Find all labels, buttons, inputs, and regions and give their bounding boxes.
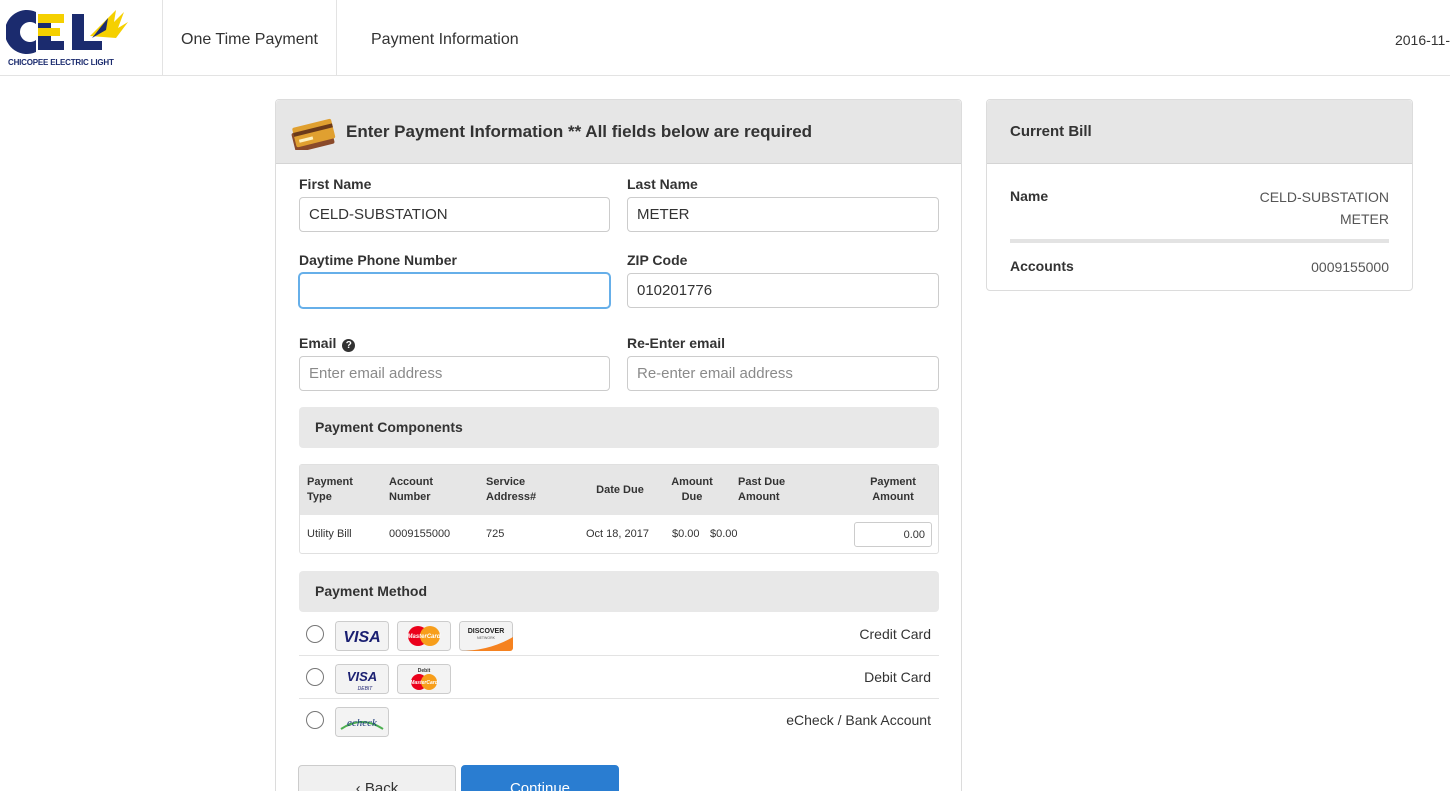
email-confirm-input[interactable]: [627, 356, 939, 391]
cell-date-due: Oct 18, 2017: [586, 528, 649, 540]
bill-name-label: Name: [1010, 188, 1049, 204]
last-name-input[interactable]: [627, 197, 939, 232]
col-date-due: Date Due: [596, 483, 644, 496]
payment-components-header: Payment Components: [299, 407, 939, 448]
credit-card-label: Credit Card: [859, 626, 931, 642]
cell-service-address: 725: [486, 528, 505, 540]
svg-text:echeck: echeck: [347, 717, 378, 729]
nav-payment-information[interactable]: Payment Information: [353, 0, 537, 76]
cell-amount-due: $0.00: [672, 528, 700, 540]
first-name-label: First Name: [299, 176, 372, 192]
svg-text:MasterCard: MasterCard: [410, 680, 438, 686]
bill-name-value: CELD-SUBSTATION METER: [1260, 186, 1389, 230]
logo-text: CHICOPEE ELECTRIC LIGHT: [8, 58, 114, 67]
svg-text:VISA: VISA: [343, 629, 380, 646]
credit-card-radio[interactable]: [306, 625, 324, 643]
payment-amount-input[interactable]: [854, 522, 932, 547]
email-confirm-label: Re-Enter email: [627, 335, 726, 351]
payment-method-credit[interactable]: VISA MasterCard DISCOVER NETWORK Credit …: [299, 613, 939, 656]
current-bill-header: Current Bill: [987, 100, 1412, 164]
continue-button[interactable]: Continue: [461, 765, 619, 791]
cel-logo[interactable]: CHICOPEE ELECTRIC LIGHT: [6, 8, 156, 70]
payment-panel-title: Enter Payment Information ** All fields …: [346, 122, 813, 141]
zip-input[interactable]: [627, 273, 939, 308]
mastercard-logo: MasterCard: [397, 621, 451, 651]
phone-label: Daytime Phone Number: [299, 252, 457, 268]
zip-label: ZIP Code: [627, 252, 688, 268]
header-date: 2016-11-: [1394, 32, 1450, 48]
email-label-text: Email: [299, 335, 337, 351]
email-input[interactable]: [299, 356, 610, 391]
first-name-input[interactable]: [299, 197, 610, 232]
cell-past-due: $0.00: [710, 528, 738, 540]
mastercard-debit-logo: Debit MasterCard: [397, 664, 451, 694]
phone-input[interactable]: [299, 273, 610, 308]
svg-text:NETWORK: NETWORK: [477, 636, 496, 640]
payment-method-echeck[interactable]: echeck eCheck / Bank Account: [299, 699, 939, 742]
bill-accounts-value: 0009155000: [1311, 259, 1389, 275]
question-circle-icon[interactable]: ?: [342, 339, 356, 352]
email-label: Email ?: [299, 335, 356, 352]
bill-name-line2: METER: [1340, 211, 1389, 227]
echeck-logo: echeck: [335, 707, 389, 737]
payment-info-panel: Enter Payment Information ** All fields …: [275, 99, 962, 791]
back-button[interactable]: ‹ Back: [298, 765, 456, 791]
bill-accounts-label: Accounts: [1010, 258, 1074, 274]
cel-logo-mark: [6, 10, 128, 54]
svg-text:VISA: VISA: [347, 669, 377, 684]
svg-text:MasterCard: MasterCard: [407, 634, 440, 640]
svg-text:Debit: Debit: [418, 668, 431, 674]
last-name-label: Last Name: [627, 176, 698, 192]
payment-method-header: Payment Method: [299, 571, 939, 612]
payment-panel-header: Enter Payment Information ** All fields …: [276, 100, 961, 164]
credit-cards-icon: [291, 118, 336, 150]
col-account-number: Account Number: [389, 476, 433, 503]
col-payment-amount: Payment Amount: [870, 476, 916, 503]
col-service-address: Service Address#: [486, 476, 537, 503]
visa-debit-logo: VISA DEBIT: [335, 664, 389, 694]
col-payment-type: Payment Type: [307, 476, 353, 503]
discover-logo: DISCOVER NETWORK: [459, 621, 513, 651]
payment-components-table: Payment Type Account Number Service Address…: [299, 464, 939, 554]
debit-card-label: Debit Card: [864, 669, 931, 685]
svg-text:DISCOVER: DISCOVER: [468, 628, 505, 635]
current-bill-panel: Current Bill Name CELD-SUBSTATION METER …: [986, 99, 1413, 291]
bill-divider: [1010, 239, 1389, 243]
bill-name-line1: CELD-SUBSTATION: [1259, 189, 1389, 205]
nav-one-time-payment[interactable]: One Time Payment: [162, 0, 337, 76]
cell-account-number: 0009155000: [389, 528, 451, 540]
top-navbar: CHICOPEE ELECTRIC LIGHT One Time Payment…: [0, 0, 1450, 76]
cell-payment-type: Utility Bill: [307, 528, 352, 540]
debit-card-radio[interactable]: [306, 668, 324, 686]
col-amount-due: Amount Due: [671, 476, 713, 503]
current-bill-title: Current Bill: [1010, 123, 1092, 140]
echeck-label: eCheck / Bank Account: [786, 712, 931, 728]
table-header-row: Payment Type Account Number Service Address…: [300, 465, 938, 515]
payment-method-debit[interactable]: VISA DEBIT Debit MasterCard Debit Card: [299, 656, 939, 699]
visa-logo: VISA: [335, 621, 389, 651]
svg-text:DEBIT: DEBIT: [358, 686, 374, 692]
col-past-due-amount: Past Due Amount: [738, 476, 786, 503]
echeck-radio[interactable]: [306, 711, 324, 729]
